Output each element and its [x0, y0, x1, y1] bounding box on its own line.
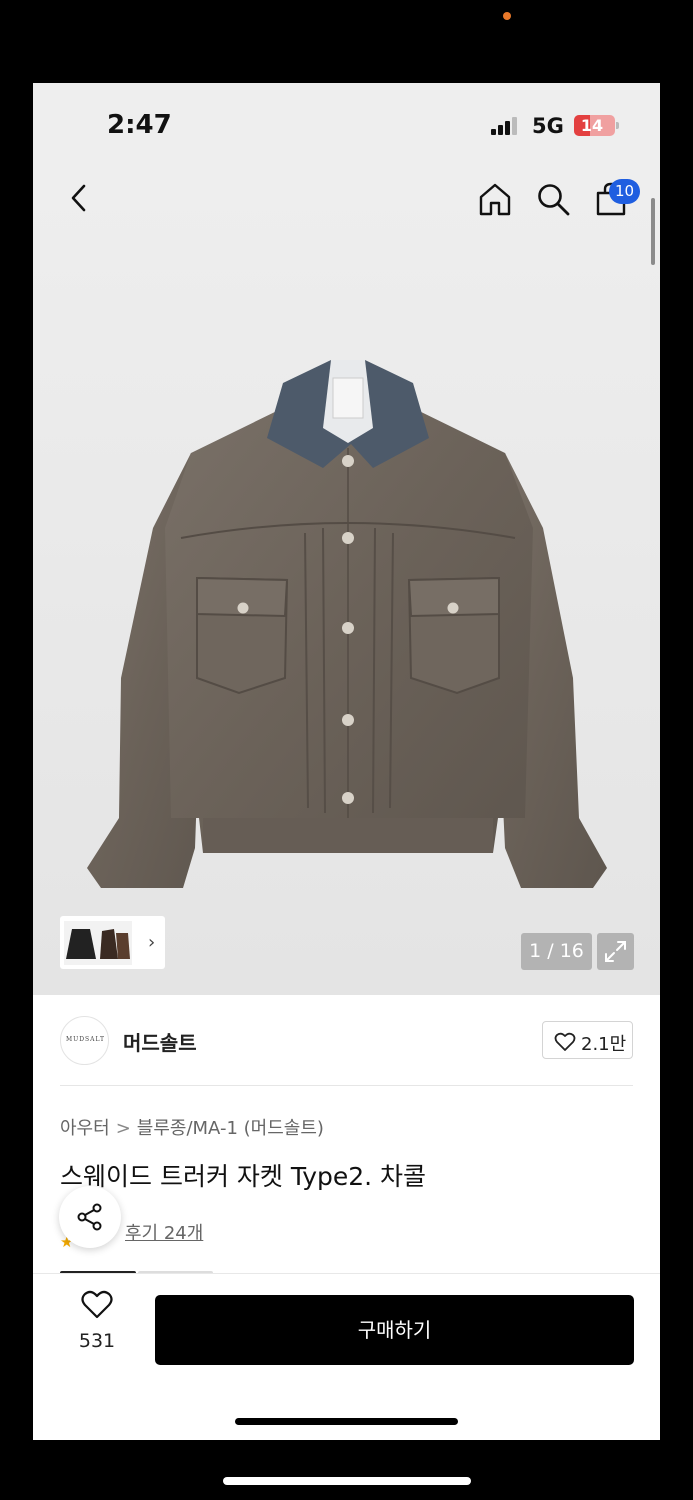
- thumbnail-black-jacket[interactable]: [64, 921, 98, 965]
- brand-name[interactable]: 머드솔트: [123, 1027, 197, 1056]
- scroll-indicator: [651, 198, 655, 265]
- search-icon[interactable]: [535, 181, 571, 217]
- share-icon: [77, 1203, 102, 1231]
- signal-icon: [491, 117, 521, 135]
- heart-icon: [81, 1290, 113, 1319]
- breadcrumb-separator: >: [115, 1118, 131, 1139]
- wishlist-count: 531: [78, 1330, 116, 1352]
- bottom-action-bar: 531 구매하기: [33, 1273, 660, 1440]
- status-time: 2:47: [107, 110, 172, 140]
- home-indicator[interactable]: [235, 1418, 458, 1425]
- breadcrumb: 아우터 > 블루종/MA-1 (머드솔트): [60, 1114, 324, 1140]
- product-photo-jacket: [87, 360, 607, 888]
- brand-like-button[interactable]: 2.1만: [542, 1021, 633, 1059]
- camera-indicator: [503, 12, 511, 20]
- outer-home-indicator: [223, 1477, 471, 1485]
- battery-level: 14: [580, 116, 604, 135]
- review-count-link[interactable]: 후기 24개: [125, 1219, 203, 1245]
- product-title: 스웨이드 트러커 자켓 Type2. 차콜: [60, 1162, 427, 1191]
- network-type: 5G: [532, 114, 564, 138]
- heart-icon: [554, 1032, 576, 1051]
- share-button[interactable]: [59, 1186, 121, 1248]
- phone-screen: 2:47 5G 14 10 › 1 / 16 MUDSALT 머드솔트 2.1만…: [33, 83, 660, 1440]
- status-bar: 2:47 5G 14: [33, 83, 660, 167]
- cart-count-badge: 10: [609, 179, 640, 204]
- brand-logo-text: MUDSALT: [66, 1036, 105, 1043]
- home-icon[interactable]: [477, 181, 513, 217]
- breadcrumb-subcategory[interactable]: 블루종/MA-1 (머드솔트): [137, 1118, 324, 1139]
- brand-like-count: 2.1만: [581, 1034, 627, 1055]
- image-counter: 1 / 16: [521, 933, 592, 970]
- divider: [60, 1085, 633, 1086]
- brand-logo[interactable]: MUDSALT: [60, 1016, 109, 1065]
- expand-icon[interactable]: [597, 933, 634, 970]
- breadcrumb-category[interactable]: 아우터: [60, 1118, 110, 1139]
- wishlist-button[interactable]: 531: [63, 1290, 131, 1360]
- thumbnail-more-icon[interactable]: ›: [148, 932, 155, 953]
- battery-icon: 14: [574, 115, 619, 136]
- buy-button[interactable]: 구매하기: [155, 1295, 634, 1365]
- chevron-left-icon[interactable]: [69, 183, 87, 213]
- thumbnail-brown-jacket[interactable]: [98, 921, 132, 965]
- thumbnail-strip[interactable]: ›: [60, 916, 165, 969]
